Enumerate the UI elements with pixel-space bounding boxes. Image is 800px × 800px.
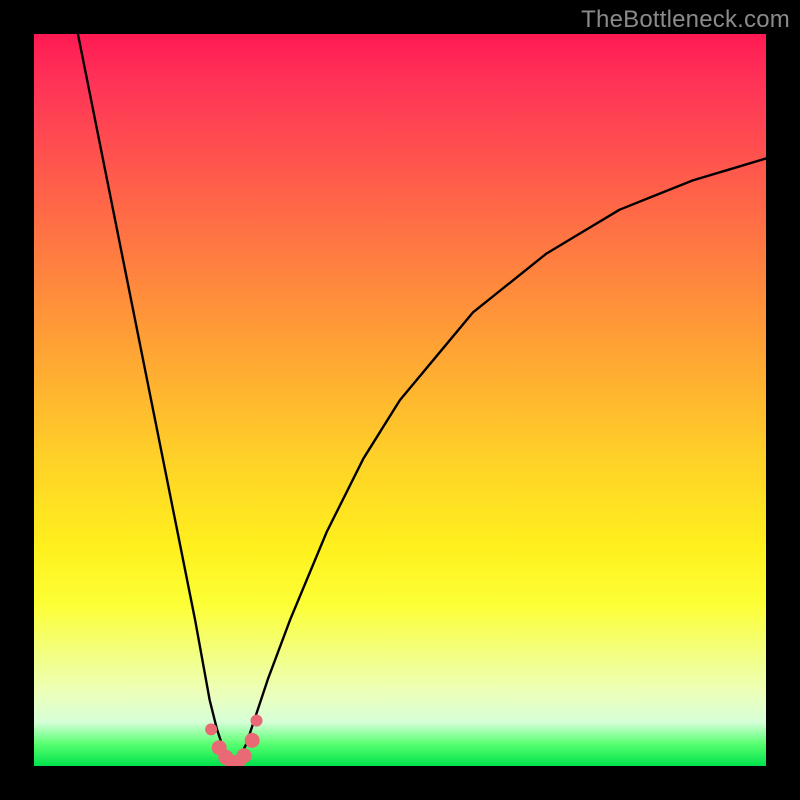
highlight-dot	[205, 723, 217, 735]
highlight-dots	[205, 715, 262, 766]
highlight-dot	[245, 733, 260, 748]
chart-frame: TheBottleneck.com	[0, 0, 800, 800]
highlight-dot	[251, 715, 263, 727]
curve-svg	[34, 34, 766, 766]
highlight-dot	[237, 748, 252, 763]
plot-area	[34, 34, 766, 766]
watermark-text: TheBottleneck.com	[581, 6, 790, 34]
bottleneck-curve	[78, 34, 766, 766]
